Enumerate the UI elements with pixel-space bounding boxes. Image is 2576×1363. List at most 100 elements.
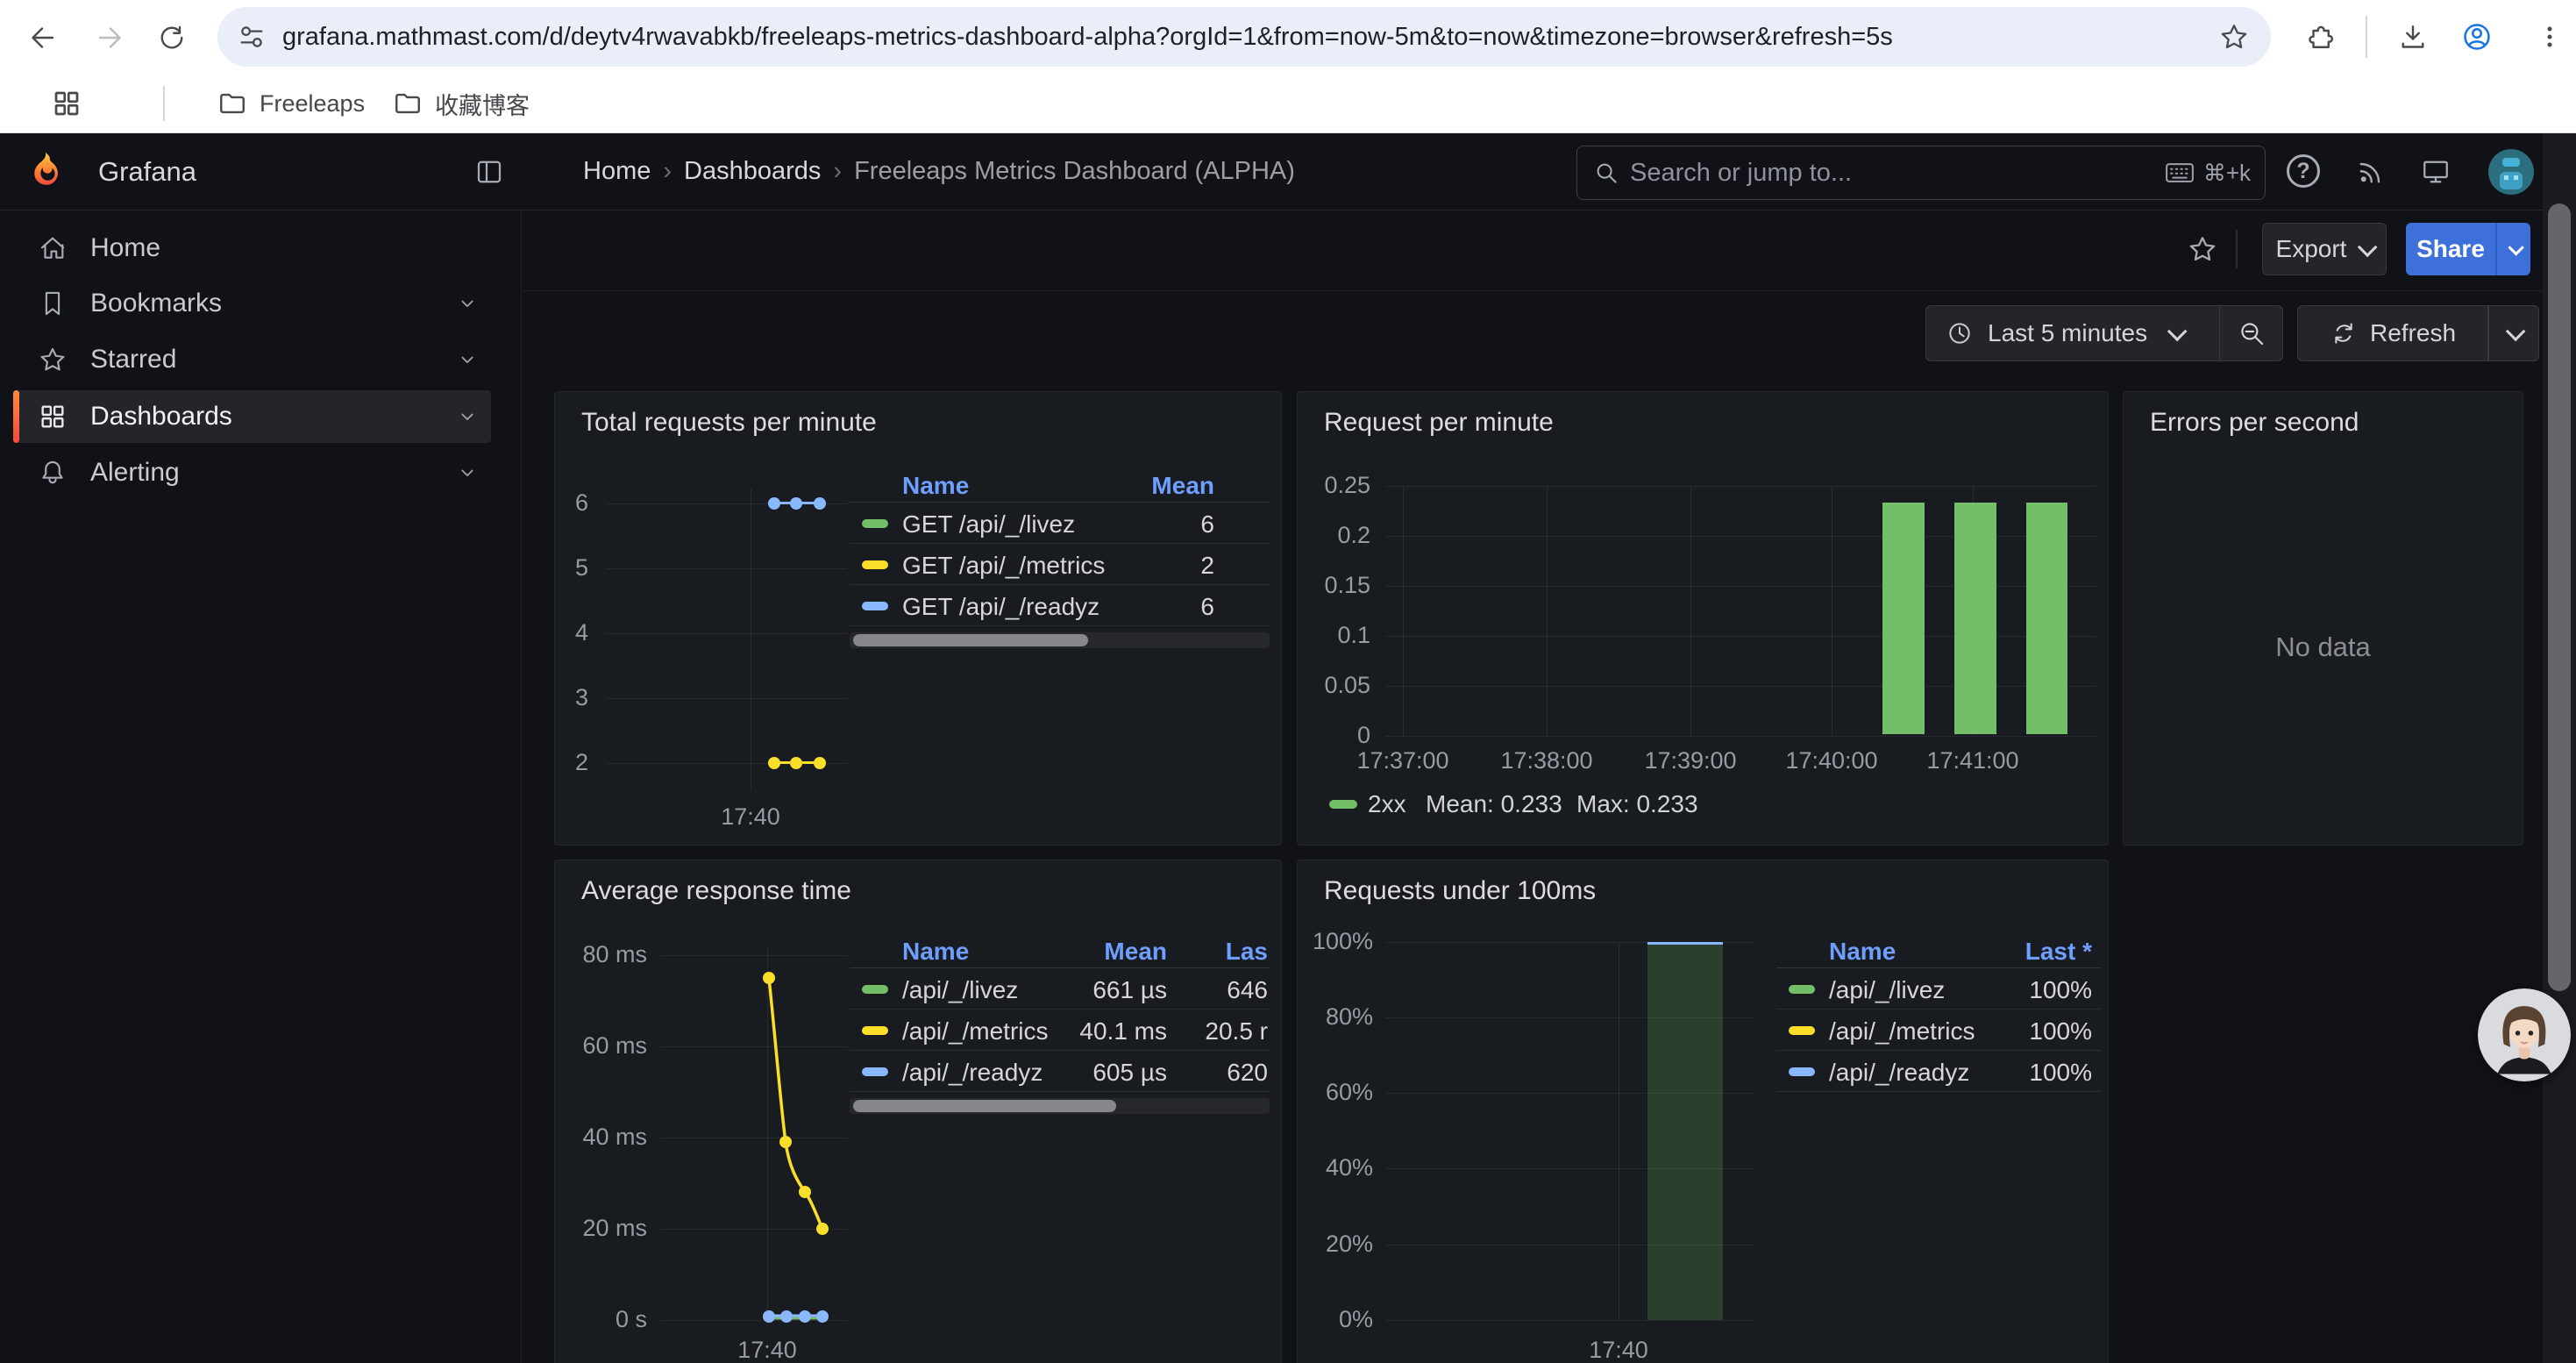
- refresh-label: Refresh: [2370, 319, 2456, 347]
- legend-row[interactable]: GET /api/_/readyz 6: [850, 585, 1270, 626]
- browser-back-icon[interactable]: [26, 22, 58, 54]
- breadcrumb: Home › Dashboards › Freeleaps Metrics Da…: [583, 157, 1295, 186]
- sidebar-item-dashboards[interactable]: Dashboards: [13, 390, 491, 443]
- favorite-star-icon[interactable]: [2187, 233, 2218, 265]
- assistant-avatar[interactable]: [2478, 988, 2571, 1081]
- browser-profile-icon[interactable]: [2460, 20, 2494, 54]
- series-name[interactable]: /api/_/livez: [902, 976, 1018, 1004]
- series-color-pill: [862, 1026, 888, 1035]
- sidebar-item-starred[interactable]: Starred: [13, 333, 491, 386]
- refresh-interval-button[interactable]: [2488, 305, 2539, 361]
- y-tick: 60%: [1298, 1079, 1373, 1106]
- address-bar[interactable]: [217, 7, 2271, 67]
- series-name[interactable]: /api/_/livez: [1829, 976, 1945, 1004]
- scrollbar-thumb[interactable]: [853, 634, 1088, 646]
- page-scrollbar-thumb[interactable]: [2548, 203, 2571, 991]
- share-menu-button[interactable]: [2495, 223, 2530, 275]
- column-header-mean[interactable]: Mean: [1151, 472, 1214, 500]
- panel-title[interactable]: Request per minute: [1324, 408, 1554, 438]
- site-settings-icon[interactable]: [237, 22, 267, 52]
- legend-row[interactable]: /api/_/livez 661 µs 646: [850, 968, 1270, 1010]
- legend-row[interactable]: /api/_/livez 100%: [1776, 968, 2101, 1010]
- sidebar-item-label: Bookmarks: [90, 289, 222, 318]
- extensions-icon[interactable]: [2304, 23, 2336, 54]
- downloads-icon[interactable]: [2397, 22, 2429, 54]
- series-name[interactable]: GET /api/_/livez: [902, 510, 1075, 539]
- breadcrumb-home[interactable]: Home: [583, 157, 651, 186]
- column-header-last[interactable]: Las: [1226, 938, 1268, 966]
- column-header-name[interactable]: Name: [902, 472, 969, 500]
- sidebar-item-bookmarks[interactable]: Bookmarks: [13, 277, 491, 330]
- gridline: [1547, 486, 1548, 736]
- chevron-down-icon: [2358, 238, 2378, 258]
- monitor-icon[interactable]: [2420, 156, 2451, 188]
- panel-title[interactable]: Requests under 100ms: [1324, 876, 1596, 906]
- column-header-name[interactable]: Name: [1829, 938, 1896, 966]
- series-name[interactable]: /api/_/readyz: [1829, 1059, 1969, 1087]
- news-rss-icon[interactable]: [2355, 156, 2387, 188]
- legend-series-label[interactable]: 2xx: [1368, 790, 1406, 818]
- panel-title[interactable]: Total requests per minute: [581, 408, 877, 438]
- series-name[interactable]: GET /api/_/metrics: [902, 552, 1105, 580]
- export-button[interactable]: Export: [2262, 223, 2387, 275]
- share-button-group: Share: [2406, 223, 2530, 275]
- url-input[interactable]: [282, 23, 2218, 52]
- share-button[interactable]: Share: [2406, 223, 2495, 275]
- bar-under-100ms: [1647, 942, 1723, 1320]
- dashboards-grid-icon: [38, 402, 68, 432]
- bar-2xx: [1954, 503, 1996, 734]
- data-point: [790, 757, 802, 769]
- refresh-button[interactable]: Refresh: [2297, 305, 2488, 361]
- legend-row[interactable]: GET /api/_/metrics 2: [850, 544, 1270, 585]
- user-avatar[interactable]: [2488, 149, 2534, 195]
- legend-row[interactable]: /api/_/metrics 100%: [1776, 1010, 2101, 1051]
- y-tick: 0.1: [1298, 622, 1370, 649]
- browser-forward-icon[interactable]: [95, 22, 126, 54]
- panel-title[interactable]: Errors per second: [2150, 408, 2359, 438]
- search-input[interactable]: [1630, 159, 2156, 188]
- panel-errors-per-second: Errors per second No data: [2123, 391, 2523, 846]
- y-tick: 0: [1298, 722, 1370, 749]
- series-name[interactable]: /api/_/metrics: [1829, 1017, 1975, 1045]
- dock-menu-icon[interactable]: [473, 156, 505, 188]
- legend-row[interactable]: /api/_/readyz 100%: [1776, 1051, 2101, 1092]
- bookmark-item-blogs[interactable]: 收藏博客: [393, 74, 530, 133]
- browser-reload-icon[interactable]: [156, 22, 188, 54]
- series-name[interactable]: /api/_/readyz: [902, 1059, 1042, 1087]
- grafana-logo[interactable]: [25, 151, 65, 191]
- legend-row[interactable]: GET /api/_/livez 6: [850, 503, 1270, 544]
- y-tick: 0.2: [1298, 522, 1370, 549]
- folder-icon: [217, 89, 247, 118]
- bookmark-star-icon[interactable]: [2218, 21, 2250, 53]
- time-range-picker[interactable]: Last 5 minutes: [1925, 305, 2220, 361]
- breadcrumb-separator: ›: [651, 157, 684, 186]
- series-name[interactable]: /api/_/metrics: [902, 1017, 1049, 1045]
- column-header-name[interactable]: Name: [902, 938, 969, 966]
- data-point: [763, 972, 775, 984]
- zoom-out-icon: [2237, 318, 2266, 348]
- y-tick: 3: [560, 684, 588, 711]
- time-range-label: Last 5 minutes: [1988, 319, 2147, 347]
- bookmark-item-freeleaps[interactable]: Freeleaps: [103, 74, 365, 133]
- sidebar-item-alerting[interactable]: Alerting: [13, 446, 491, 499]
- chevron-down-icon[interactable]: [454, 403, 480, 430]
- browser-menu-icon[interactable]: [2534, 21, 2565, 53]
- sidebar-item-home[interactable]: Home: [13, 222, 491, 275]
- help-icon[interactable]: [2287, 154, 2320, 188]
- chevron-down-icon[interactable]: [454, 290, 480, 317]
- scrollbar-thumb[interactable]: [853, 1100, 1116, 1112]
- search-box[interactable]: ⌘+k: [1576, 146, 2266, 200]
- gridline: [606, 568, 847, 569]
- chevron-down-icon[interactable]: [454, 346, 480, 373]
- breadcrumb-dashboards[interactable]: Dashboards: [684, 157, 821, 186]
- series-mean: 6: [1200, 510, 1214, 539]
- zoom-out-button[interactable]: [2220, 305, 2283, 361]
- apps-grid-icon[interactable]: [51, 88, 82, 119]
- column-header-mean[interactable]: Mean: [1104, 938, 1167, 966]
- search-icon: [1593, 160, 1619, 186]
- legend-row[interactable]: /api/_/readyz 605 µs 620: [850, 1051, 1270, 1092]
- series-name[interactable]: GET /api/_/readyz: [902, 593, 1099, 621]
- legend-row[interactable]: /api/_/metrics 40.1 ms 20.5 r: [850, 1010, 1270, 1051]
- column-header-last[interactable]: Last *: [2025, 938, 2092, 966]
- chevron-down-icon[interactable]: [454, 460, 480, 486]
